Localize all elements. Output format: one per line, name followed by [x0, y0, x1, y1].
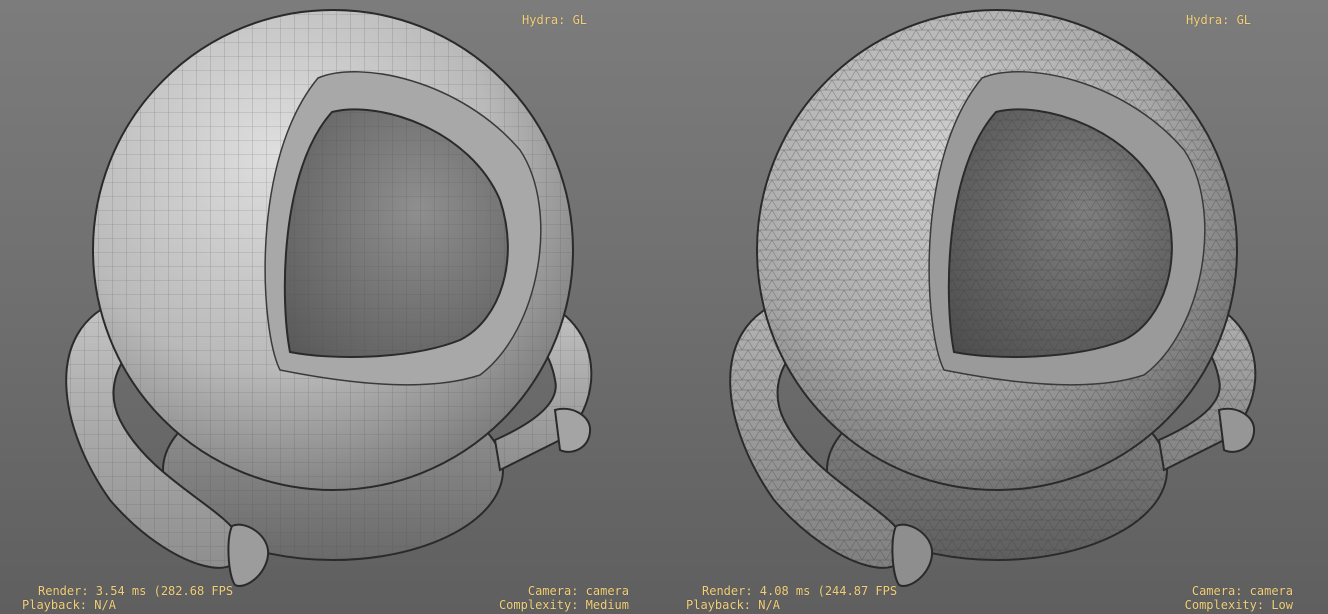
scene-render: [65, 9, 593, 587]
render-time-text: Render: 4.08 ms (244.87 FPS: [702, 584, 898, 598]
camera-text: Camera: camera: [527, 584, 629, 598]
camera-text: Camera: camera: [1191, 584, 1293, 598]
playback-text: Playback: N/A: [22, 598, 116, 612]
viewport-container: Hydra: GL Render: 3.54 ms (282.68 FPS Pl…: [0, 0, 1328, 614]
camera-panel: Camera: camera Complexity: Low: [1185, 584, 1293, 612]
complexity-text: Complexity: Low: [1184, 598, 1293, 612]
render-time-text: Render: 3.54 ms (282.68 FPS: [38, 584, 234, 598]
scene-render: [729, 9, 1257, 587]
render-stats-panel: Render: 4.08 ms (244.87 FPS Playback: N/…: [686, 584, 897, 612]
renderer-label: Hydra: GL: [522, 13, 588, 27]
renderer-label: Hydra: GL: [1186, 13, 1252, 27]
complexity-text: Complexity: Medium: [498, 598, 629, 612]
playback-text: Playback: N/A: [686, 598, 780, 612]
camera-panel: Camera: camera Complexity: Medium: [499, 584, 629, 612]
sphere: [756, 9, 1238, 491]
viewport-right[interactable]: Hydra: GL Render: 4.08 ms (244.87 FPS Pl…: [664, 0, 1328, 614]
viewport-left[interactable]: Hydra: GL Render: 3.54 ms (282.68 FPS Pl…: [0, 0, 664, 614]
render-stats-panel: Render: 3.54 ms (282.68 FPS Playback: N/…: [22, 584, 233, 612]
sphere: [92, 9, 574, 491]
